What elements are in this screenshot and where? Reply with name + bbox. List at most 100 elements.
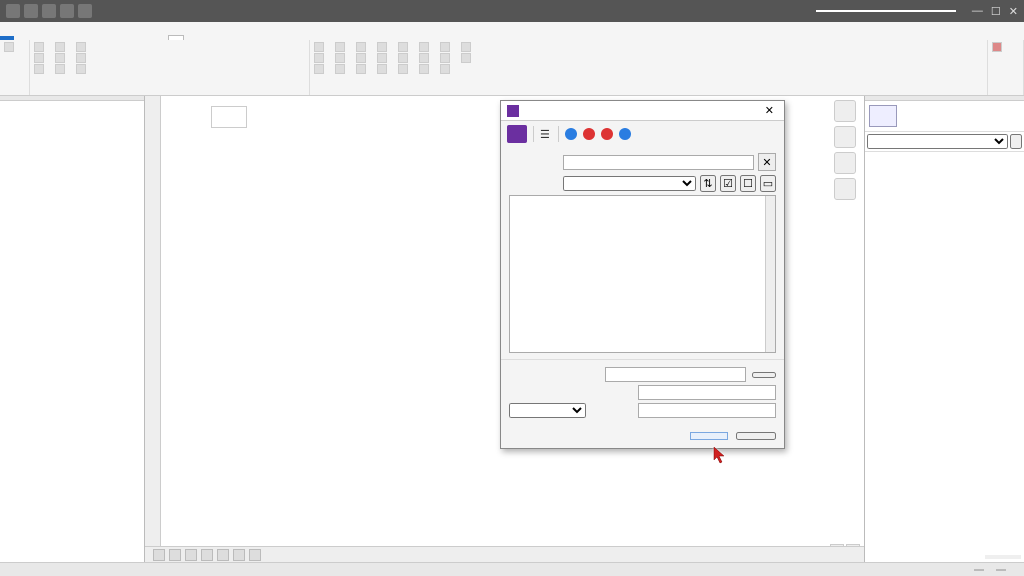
window-minimize-icon[interactable]: — (972, 5, 983, 17)
dialog-uncheck-all-icon[interactable]: ☐ (740, 175, 756, 192)
dialog-category-scrollbar[interactable] (765, 196, 775, 352)
vc-hide-icon[interactable] (233, 549, 245, 561)
qat-undo-icon[interactable] (60, 4, 74, 18)
rb-fab-sheets[interactable] (377, 64, 390, 74)
nav-wheel-icon[interactable] (834, 126, 856, 148)
dialog-options[interactable]: ☰ (540, 128, 552, 141)
family-exporter-dialog: ✕ ☰ ✕ ⇅ ☑ ☐ ▭ (500, 100, 785, 449)
ribbon-panel-ctc (4, 93, 25, 95)
batch-suite-panel (211, 106, 247, 128)
rb-param-jammer[interactable] (419, 53, 432, 63)
dialog-groupby-select[interactable] (563, 176, 696, 191)
dialog-support[interactable] (601, 128, 615, 140)
rb-project-cleaner[interactable] (55, 42, 68, 52)
ribbon (0, 40, 1024, 96)
rb-room-data[interactable] (440, 42, 453, 52)
properties-apply-button[interactable] (985, 555, 1021, 559)
properties-panel (864, 96, 1024, 562)
rb-shared-param[interactable] (314, 53, 327, 63)
status-design-option[interactable] (996, 569, 1006, 571)
dialog-search-input[interactable] (563, 155, 754, 170)
rb-cloud-remover[interactable] (55, 53, 68, 63)
ribbon-ctc-support[interactable] (4, 42, 25, 52)
nav-pan-icon[interactable] (834, 152, 856, 174)
dialog-expand-all-icon[interactable]: ⇅ (700, 175, 716, 192)
project-browser (0, 96, 145, 562)
rb-type-swapper[interactable] (314, 64, 327, 74)
dialog-videos[interactable] (583, 128, 597, 140)
view-control-bar (145, 546, 864, 562)
rb-invisibility[interactable] (398, 53, 411, 63)
export-button[interactable] (690, 432, 728, 440)
rb-quick-select[interactable] (377, 42, 390, 52)
rb-project-link[interactable] (356, 64, 369, 74)
rb-renumbering[interactable] (377, 53, 390, 63)
dialog-close-icon[interactable]: ✕ (761, 104, 778, 117)
export-folder-input[interactable] (605, 367, 746, 382)
rb-sched-resolver[interactable] (314, 42, 327, 52)
suffix-input[interactable] (638, 403, 776, 418)
rb-length-calc[interactable] (356, 53, 369, 63)
rb-detail-link[interactable] (356, 42, 369, 52)
project-browser-tree[interactable] (0, 101, 144, 562)
rb-family-preview[interactable] (34, 53, 47, 63)
close-button[interactable] (736, 432, 776, 440)
vc-shadow-icon[interactable] (201, 549, 213, 561)
qat-save-icon[interactable] (42, 4, 56, 18)
window-maximize-icon[interactable]: ☐ (991, 5, 1001, 18)
browse-button[interactable] (752, 372, 776, 378)
rb-suite-settings[interactable] (34, 42, 47, 52)
rb-import-link[interactable] (76, 64, 89, 74)
rb-xl-express[interactable] (461, 53, 474, 63)
view-nav-controls (830, 100, 860, 200)
rb-spreadsheet-link[interactable] (461, 42, 474, 52)
rb-view-creator[interactable] (440, 64, 453, 74)
rb-family-checker[interactable] (76, 42, 89, 52)
status-workset[interactable] (974, 569, 984, 571)
nav-home-icon[interactable] (834, 100, 856, 122)
dialog-search-clear-icon[interactable]: ✕ (758, 153, 776, 171)
properties-type-selector[interactable] (867, 134, 1008, 149)
rb-fire-rating[interactable] (398, 42, 411, 52)
dialog-logo-icon (507, 125, 527, 143)
rb-suite-settings-2[interactable] (335, 42, 348, 52)
nav-zoom-icon[interactable] (834, 178, 856, 200)
vc-detail-icon[interactable] (153, 549, 165, 561)
qat-open-icon[interactable] (24, 4, 38, 18)
vc-sun-icon[interactable] (185, 549, 197, 561)
help-search[interactable] (816, 10, 956, 12)
rb-room-family[interactable] (440, 53, 453, 63)
properties-type-icon (869, 105, 897, 127)
ribbon-panel-hive (992, 93, 1019, 95)
rb-occ-flow[interactable] (419, 42, 432, 52)
ribbon-panel-bim-mgr (34, 93, 305, 95)
rb-model-compare[interactable] (398, 64, 411, 74)
ribbon-tabs (0, 22, 1024, 40)
status-bar (0, 562, 1024, 576)
rb-hive[interactable] (992, 42, 1019, 52)
vc-reveal-icon[interactable] (249, 549, 261, 561)
rb-schedule-xl[interactable] (419, 64, 432, 74)
subfolder-template-select[interactable] (509, 403, 586, 418)
rb-family-tools[interactable] (34, 64, 47, 74)
dialog-collapse-icon[interactable]: ▭ (760, 175, 776, 192)
rb-dim-checker[interactable] (55, 64, 68, 74)
dialog-category-list[interactable] (509, 195, 776, 353)
prefix-input[interactable] (638, 385, 776, 400)
properties-help-link[interactable] (868, 555, 981, 559)
ribbon-panel-bim-proj (314, 93, 983, 95)
dialog-check-all-icon[interactable]: ☑ (720, 175, 736, 192)
dialog-help[interactable] (565, 128, 579, 140)
dialog-about[interactable] (619, 128, 633, 140)
window-close-icon[interactable]: ✕ (1009, 5, 1018, 18)
rb-bim-list-admin[interactable] (335, 53, 348, 63)
revit-app-icon[interactable] (6, 4, 20, 18)
dialog-app-icon (507, 105, 519, 117)
rb-family-processor[interactable] (76, 53, 89, 63)
view-rail[interactable] (145, 96, 161, 562)
qat-redo-icon[interactable] (78, 4, 92, 18)
edit-type-button[interactable] (1010, 134, 1022, 149)
vc-crop-icon[interactable] (217, 549, 229, 561)
rb-bim-browser[interactable] (335, 64, 348, 74)
vc-visual-icon[interactable] (169, 549, 181, 561)
